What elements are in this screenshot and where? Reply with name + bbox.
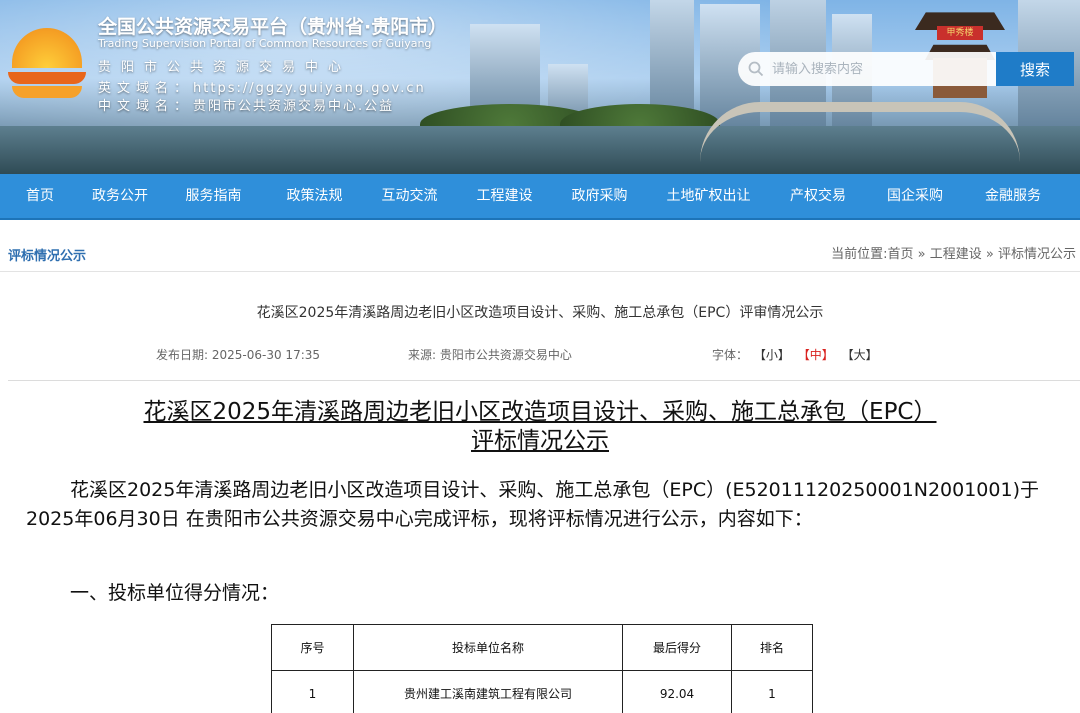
font-size-small-button[interactable]: 【小】 (754, 348, 790, 362)
nav-item-policies[interactable]: 政策法规 (267, 174, 362, 218)
breadcrumb-bar: 评标情况公示 当前位置:首页 » 工程建设 » 评标情况公示 (0, 234, 1080, 272)
publish-date-label: 发布日期: (156, 348, 209, 362)
nav-item-soe-procurement[interactable]: 国企采购 (866, 174, 964, 218)
search-bar: 搜索 (738, 52, 1074, 86)
en-domain-row: 英文域名：https://ggzy.guiyang.gov.cn (98, 77, 426, 96)
column-header-rank: 排名 (731, 624, 813, 671)
en-domain: https://ggzy.guiyang.gov.cn (193, 81, 426, 96)
cell-bidder: 贵州建工溪南建筑工程有限公司 (353, 670, 623, 713)
nav-item-interaction[interactable]: 互动交流 (362, 174, 457, 218)
section-title: 评标情况公示 (8, 249, 87, 264)
nav-item-engineering[interactable]: 工程建设 (457, 174, 552, 218)
nav-item-financial-services[interactable]: 金融服务 (964, 174, 1062, 218)
search-input[interactable] (738, 52, 998, 86)
nav-item-service-guide[interactable]: 服务指南 (160, 174, 267, 218)
publish-date: 发布日期: 2025-06-30 17:35 (156, 346, 320, 363)
source-label: 来源: (408, 348, 437, 362)
publish-date-value: 2025-06-30 17:35 (211, 348, 321, 362)
pavilion-sign: 甲秀楼 (937, 26, 983, 40)
intro-paragraph: 花溪区2025年清溪路周边老旧小区改造项目设计、采购、施工总承包（EPC）(E5… (26, 476, 1066, 534)
column-header-no: 序号 (271, 624, 354, 671)
cell-rank: 1 (731, 670, 813, 713)
column-header-bidder: 投标单位名称 (353, 624, 623, 671)
nav-item-government-procurement[interactable]: 政府采购 (552, 174, 647, 218)
cn-domain-label: 中文域名： (98, 99, 194, 114)
banner-bridge (700, 102, 1020, 162)
search-button[interactable]: 搜索 (996, 52, 1074, 86)
site-title: 全国公共资源交易平台（贵州省·贵阳市） (98, 16, 448, 38)
table-header-row: 序号 投标单位名称 最后得分 排名 (271, 624, 813, 671)
cell-no: 1 (271, 670, 354, 713)
source-value: 贵阳市公共资源交易中心 (439, 348, 572, 362)
article-source: 来源: 贵阳市公共资源交易中心 (408, 346, 572, 363)
nav-item-home[interactable]: 首页 (0, 174, 80, 218)
en-domain-label: 英文域名： (98, 81, 194, 96)
search-icon (748, 61, 764, 77)
column-header-score: 最后得分 (622, 624, 732, 671)
header-banner: 甲秀楼 全国公共资源交易平台（贵州省·贵阳市） Trading Supervis… (0, 0, 1080, 174)
breadcrumb-prefix: 当前位置: (831, 247, 888, 262)
cell-score: 92.04 (622, 670, 732, 713)
document-title-line: 评标情况公示 (471, 428, 609, 454)
nav-item-property-rights[interactable]: 产权交易 (770, 174, 866, 218)
document-title: 花溪区2025年清溪路周边老旧小区改造项目设计、采购、施工总承包（EPC） 评标… (40, 398, 1040, 456)
breadcrumb-separator: » (985, 247, 994, 262)
article-title: 花溪区2025年清溪路周边老旧小区改造项目设计、采购、施工总承包（EPC）评审情… (256, 305, 824, 321)
breadcrumb-current[interactable]: 评标情况公示 (998, 247, 1076, 262)
font-size-label: 字体： (712, 348, 749, 362)
divider (8, 380, 1080, 381)
intro-text: 花溪区2025年清溪路周边老旧小区改造项目设计、采购、施工总承包（EPC）(E5… (26, 479, 1039, 530)
section-heading: 一、投标单位得分情况： (70, 582, 280, 604)
nav-item-government-affairs[interactable]: 政务公开 (80, 174, 160, 218)
nav-item-land-mining[interactable]: 土地矿权出让 (647, 174, 770, 218)
breadcrumb-engineering[interactable]: 工程建设 (930, 247, 982, 262)
site-logo-icon[interactable] (8, 24, 86, 98)
site-subtitle-en: Trading Supervision Portal of Common Res… (98, 37, 432, 50)
font-size-switcher: 字体： 【小】 【中】 【大】 (712, 346, 880, 363)
org-name: 贵阳市公共资源交易中心 (98, 60, 352, 75)
document-title-line: 花溪区2025年清溪路周边老旧小区改造项目设计、采购、施工总承包（EPC） (143, 399, 937, 425)
breadcrumb-separator: » (917, 247, 926, 262)
breadcrumb-home[interactable]: 首页 (887, 247, 913, 262)
score-table: 序号 投标单位名称 最后得分 排名 1 贵州建工溪南建筑工程有限公司 92.04… (271, 624, 813, 713)
font-size-medium-button[interactable]: 【中】 (798, 348, 834, 362)
cn-domain-row: 中文域名：贵阳市公共资源交易中心.公益 (98, 95, 394, 114)
main-nav: 首页 政务公开 服务指南 政策法规 互动交流 工程建设 政府采购 土地矿权出让 … (0, 174, 1080, 220)
cn-domain: 贵阳市公共资源交易中心.公益 (193, 99, 395, 114)
table-row: 1 贵州建工溪南建筑工程有限公司 92.04 1 (271, 670, 813, 713)
breadcrumb: 当前位置:首页 » 工程建设 » 评标情况公示 (831, 243, 1076, 262)
font-size-large-button[interactable]: 【大】 (842, 348, 878, 362)
